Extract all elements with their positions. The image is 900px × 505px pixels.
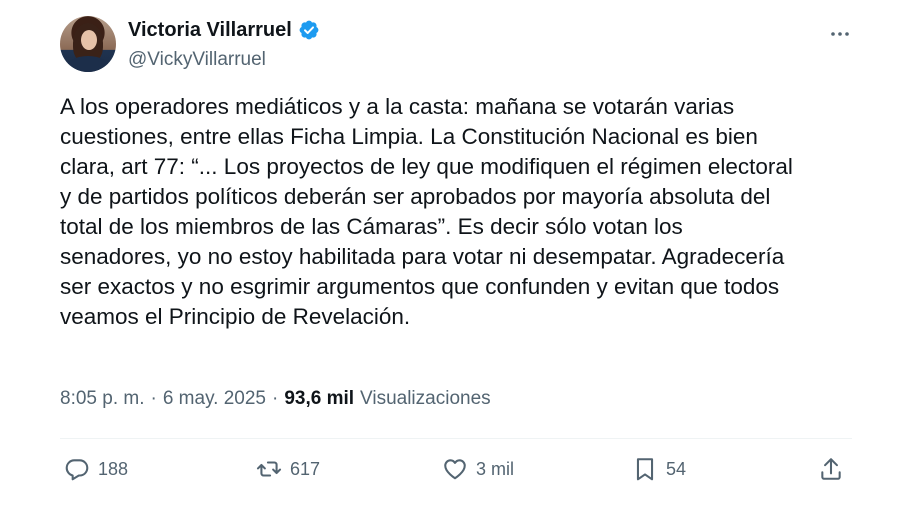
avatar-face — [81, 30, 97, 50]
share-button[interactable] — [818, 456, 844, 482]
meta-separator: · — [150, 388, 157, 409]
name-row: Victoria Villarruel — [128, 17, 320, 43]
retweet-icon — [256, 461, 282, 477]
more-dots-icon[interactable] — [828, 22, 852, 46]
heart-icon — [444, 459, 466, 480]
reply-icon — [65, 459, 89, 481]
tweet-meta: 8:05 p. m. · 6 may. 2025 · 93,6 mil Visu… — [60, 388, 491, 410]
avatar[interactable] — [60, 16, 116, 72]
verified-badge-icon[interactable] — [298, 19, 320, 41]
meta-separator-2: · — [271, 388, 279, 409]
author-block: Victoria Villarruel @VickyVillarruel — [128, 17, 320, 71]
retweet-count: 617 — [290, 458, 321, 479]
like-button[interactable]: 3 mil — [442, 456, 514, 482]
tweet-time[interactable]: 8:05 p. m. — [60, 388, 145, 410]
like-count: 3 mil — [476, 458, 515, 479]
author-handle[interactable]: @VickyVillarruel — [128, 49, 320, 71]
views-count: 93,6 mil — [284, 388, 355, 409]
author-display-name[interactable]: Victoria Villarruel — [128, 19, 292, 42]
reply-count: 188 — [98, 458, 129, 479]
views-label: Visualizaciones — [360, 388, 491, 409]
tweet-date[interactable]: 6 may. 2025 — [163, 388, 266, 410]
tweet-card: Victoria Villarruel @VickyVillarruel A l… — [0, 0, 900, 505]
bookmark-button[interactable]: 54 — [632, 456, 686, 482]
reply-button[interactable]: 188 — [64, 456, 128, 482]
action-bar: 188 617 3 mil 54 — [60, 456, 850, 486]
bookmark-count: 54 — [666, 458, 687, 479]
bookmark-icon — [636, 458, 654, 481]
divider — [60, 438, 852, 439]
tweet-text: A los operadores mediáticos y a la casta… — [60, 94, 793, 329]
avatar-body — [66, 56, 110, 72]
share-icon — [821, 458, 841, 480]
retweet-button[interactable]: 617 — [256, 456, 320, 482]
